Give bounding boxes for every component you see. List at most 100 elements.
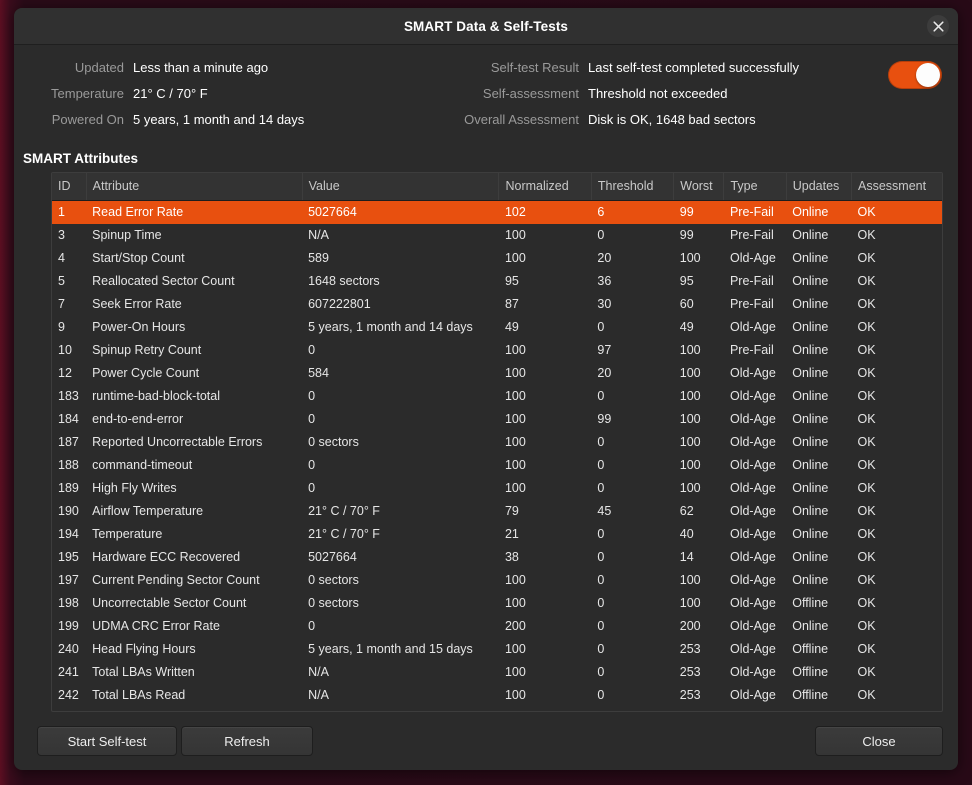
table-row[interactable]: 9 Power-On Hours 5 years, 1 month and 14 d…	[52, 316, 942, 339]
table-header-row: ID Attribute Value Normalized Threshold …	[52, 173, 942, 201]
table-row[interactable]: 189 High Fly Writes 0 100 0 100 Old-Age Online O…	[52, 477, 942, 500]
cell-value: 589	[308, 251, 329, 265]
table-row[interactable]: 197 Current Pending Sector Count 0 sectors…	[52, 569, 942, 592]
cell-normalized: 100	[504, 642, 526, 656]
cell-updates: Online	[792, 619, 829, 633]
cell-worst: 253	[679, 642, 701, 656]
cell-attribute: Read Error Rate	[86, 200, 303, 224]
cell-id: 198	[58, 596, 79, 610]
column-header-attribute[interactable]: Attribute	[86, 173, 303, 201]
value-overall-assessment: Disk is OK, 1648 bad sectors	[588, 112, 756, 127]
table-row[interactable]: 199 UDMA CRC Error Rate 0 200 0 200 Old-Age Onl…	[52, 615, 942, 638]
table-row[interactable]: 7 Seek Error Rate 607222801 87 30 60 Pre-Fail O…	[52, 293, 942, 316]
table-row[interactable]: 1 Read Error Rate 5027664 102 6 99 Pre-Fail Onl…	[52, 200, 942, 224]
table-row[interactable]: 184 end-to-end-error 0 100 99 100 Old-Age Onlin…	[52, 408, 942, 431]
close-button[interactable]: Close	[815, 726, 943, 756]
cell-type: Old-Age	[729, 596, 776, 610]
table-row[interactable]: 187 Reported Uncorrectable Errors 0 sector…	[52, 431, 942, 454]
cell-assessment: OK	[857, 458, 876, 472]
info-column-right: Self-test Result Last self-test complete…	[434, 55, 864, 133]
start-self-test-button[interactable]: Start Self-test	[37, 726, 177, 756]
cell-worst: 100	[679, 481, 701, 495]
cell-threshold: 0	[597, 550, 605, 564]
column-header-normalized[interactable]: Normalized	[498, 173, 592, 201]
table-row[interactable]: 3 Spinup Time N/A 100 0 99 Pre-Fail Online OK	[52, 224, 942, 247]
column-header-type[interactable]: Type	[723, 173, 787, 201]
table-row[interactable]: 12 Power Cycle Count 584 100 20 100 Old-Age Onl…	[52, 362, 942, 385]
cell-id: 1	[52, 200, 87, 224]
dialog-title: SMART Data & Self-Tests	[403, 18, 569, 34]
info-row-selftest-result: Self-test Result Last self-test complete…	[434, 55, 864, 81]
cell-value: 5 years, 1 month and 14 days	[308, 320, 473, 334]
column-header-value[interactable]: Value	[302, 173, 500, 201]
table-row[interactable]: 194 Temperature 21° C / 70° F 21 0 40 Old-Age O…	[52, 523, 942, 546]
refresh-button[interactable]: Refresh	[181, 726, 313, 756]
cell-type: Old-Age	[729, 412, 776, 426]
table-row[interactable]: 195 Hardware ECC Recovered 5027664 38 0 14 Old…	[52, 546, 942, 569]
cell-updates: Online	[792, 573, 829, 587]
value-updated: Less than a minute ago	[133, 60, 269, 75]
cell-attribute: Uncorrectable Sector Count	[92, 596, 247, 610]
cell-id: 190	[58, 504, 79, 518]
cell-assessment: OK	[857, 619, 876, 633]
cell-threshold: 0	[597, 389, 605, 403]
table-row[interactable]: 10 Spinup Retry Count 0 100 97 100 Pre-Fail Onl…	[52, 339, 942, 362]
table-row[interactable]: 190 Airflow Temperature 21° C / 70° F 79 45 6…	[52, 500, 942, 523]
cell-value: 5027664	[302, 200, 499, 224]
cell-updates: Online	[792, 504, 829, 518]
cell-type: Old-Age	[729, 642, 776, 656]
cell-type: Pre-Fail	[729, 228, 774, 242]
cell-id: 5	[58, 274, 65, 288]
label-overall-assessment: Overall Assessment	[464, 112, 579, 127]
cell-type: Pre-Fail	[729, 343, 774, 357]
table-row[interactable]: 183 runtime-bad-block-total 0 100 0 100 Old-Ag…	[52, 385, 942, 408]
cell-attribute: Power-On Hours	[92, 320, 186, 334]
cell-updates: Online	[792, 481, 829, 495]
column-header-threshold[interactable]: Threshold	[591, 173, 675, 201]
cell-attribute: command-timeout	[92, 458, 193, 472]
column-header-updates[interactable]: Updates	[786, 173, 853, 201]
table-row[interactable]: 241 Total LBAs Written N/A 100 0 253 Old-Age Of…	[52, 661, 942, 684]
cell-normalized: 100	[504, 343, 526, 357]
close-icon	[932, 20, 944, 32]
column-header-id[interactable]: ID	[52, 173, 87, 201]
column-header-assessment[interactable]: Assessment	[851, 173, 942, 201]
cell-normalized: 79	[504, 504, 519, 518]
cell-type: Old-Age	[729, 481, 776, 495]
table-row[interactable]: 240 Head Flying Hours 5 years, 1 month and…	[52, 638, 942, 661]
table-row[interactable]: 242 Total LBAs Read N/A 100 0 253 Old-Age Offli…	[52, 684, 942, 707]
cell-assessment: OK	[857, 228, 876, 242]
cell-value: 0 sectors	[308, 573, 359, 587]
cell-threshold: 0	[597, 665, 605, 679]
cell-type: Old-Age	[729, 320, 776, 334]
cell-value: 0	[308, 619, 316, 633]
cell-assessment: OK	[857, 504, 876, 518]
smart-enabled-toggle[interactable]	[888, 61, 942, 89]
cell-id: 195	[58, 550, 79, 564]
table-row[interactable]: 5 Reallocated Sector Count 1648 sectors 95 3…	[52, 270, 942, 293]
cell-updates: Online	[792, 320, 829, 334]
smart-attributes-table-container[interactable]: ID Attribute Value Normalized Threshold …	[51, 172, 943, 712]
table-row[interactable]: 4 Start/Stop Count 589 100 20 100 Old-Age Onlin…	[52, 247, 942, 270]
cell-assessment: OK	[857, 251, 876, 265]
close-window-button[interactable]	[927, 15, 949, 37]
table-row[interactable]: 188 command-timeout 0 100 0 100 Old-Age Online O…	[52, 454, 942, 477]
cell-type: Old-Age	[729, 366, 776, 380]
cell-assessment: OK	[857, 297, 876, 311]
table-row[interactable]: 198 Uncorrectable Sector Count 0 sectors 10…	[52, 592, 942, 615]
cell-value: 0 sectors	[308, 596, 359, 610]
cell-updates: Online	[792, 366, 829, 380]
cell-updates: Online	[792, 228, 829, 242]
label-temperature: Temperature	[51, 86, 124, 101]
cell-worst: 253	[679, 665, 701, 679]
cell-value: 5 years, 1 month and 15 days	[308, 642, 473, 656]
cell-normalized: 100	[504, 481, 526, 495]
value-powered-on: 5 years, 1 month and 14 days	[133, 112, 305, 127]
cell-worst: 100	[679, 251, 701, 265]
cell-worst: 100	[679, 366, 701, 380]
cell-worst: 95	[679, 274, 694, 288]
cell-worst: 100	[679, 412, 701, 426]
cell-id: 183	[58, 389, 79, 403]
column-header-worst[interactable]: Worst	[673, 173, 725, 201]
cell-normalized: 100	[504, 366, 526, 380]
